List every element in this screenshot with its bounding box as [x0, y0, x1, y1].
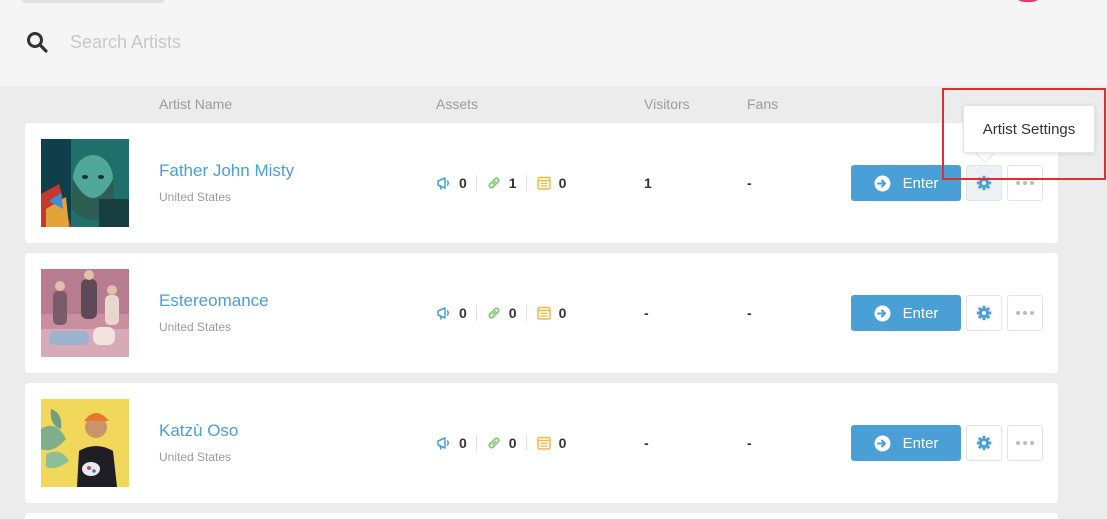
link-icon: [488, 437, 500, 449]
artist-photo[interactable]: [41, 399, 129, 487]
promo-count: 0: [459, 305, 467, 321]
artist-settings-button[interactable]: [966, 295, 1002, 331]
artist-row: Father John Misty United States 0 1 0 1 …: [25, 123, 1058, 243]
enter-button[interactable]: Enter: [851, 425, 961, 461]
gear-icon: [976, 305, 992, 321]
link-count: 0: [508, 305, 517, 321]
artists-page: Artist Name Assets Visitors Fans Father …: [0, 0, 1107, 519]
enter-label: Enter: [902, 174, 939, 192]
page-icon: [536, 306, 551, 320]
link-icon: [488, 307, 500, 319]
ellipsis-icon: [1016, 181, 1034, 185]
column-header-visitors[interactable]: Visitors: [644, 96, 690, 112]
megaphone-icon: [437, 177, 449, 190]
enter-button[interactable]: Enter: [851, 295, 961, 331]
enter-icon: [874, 305, 891, 321]
asset-divider: [525, 305, 527, 321]
more-options-button[interactable]: [1007, 425, 1043, 461]
artist-name-link[interactable]: Estereomance: [159, 291, 269, 311]
enter-icon: [874, 175, 891, 191]
page-icon: [536, 176, 551, 190]
promo-assets[interactable]: 0: [436, 175, 467, 191]
gear-icon: [976, 435, 992, 451]
promo-assets[interactable]: 0: [436, 305, 467, 321]
fans-count: -: [747, 435, 752, 451]
top-nav-edge: [22, 0, 164, 3]
column-headers: Artist Name Assets Visitors Fans: [0, 86, 1107, 122]
artist-country: United States: [159, 450, 232, 464]
link-count: 1: [508, 175, 517, 191]
artist-country: United States: [159, 190, 232, 204]
page-count: 0: [558, 435, 567, 451]
artist-photo[interactable]: [41, 269, 129, 357]
user-avatar[interactable]: [1013, 0, 1043, 2]
asset-divider: [475, 435, 477, 451]
fans-count: -: [747, 175, 752, 191]
highlight-box: [942, 88, 1106, 180]
artist-row-partial: [25, 513, 1058, 519]
promo-count: 0: [459, 435, 467, 451]
artist-photo[interactable]: [41, 139, 129, 227]
search-input[interactable]: [70, 28, 570, 56]
asset-counts: 0 0 0: [436, 303, 566, 323]
promo-count: 0: [459, 175, 467, 191]
artist-row: Katzù Oso United States 0 0 0 - - Enter: [25, 383, 1058, 503]
column-header-fans[interactable]: Fans: [747, 96, 778, 112]
fans-count: -: [747, 305, 752, 321]
column-header-artist-name[interactable]: Artist Name: [159, 96, 232, 112]
asset-divider: [475, 305, 477, 321]
search-icon[interactable]: [26, 31, 48, 53]
artist-name-link[interactable]: Katzù Oso: [159, 421, 238, 441]
more-options-button[interactable]: [1007, 295, 1043, 331]
megaphone-icon: [437, 307, 449, 320]
visitors-count: -: [644, 305, 649, 321]
link-count: 0: [508, 435, 517, 451]
enter-label: Enter: [902, 304, 939, 322]
megaphone-icon: [437, 437, 449, 450]
asset-counts: 0 0 0: [436, 433, 566, 453]
artist-name-link[interactable]: Father John Misty: [159, 161, 294, 181]
page-count: 0: [558, 175, 567, 191]
asset-divider: [525, 435, 527, 451]
search-bar: [0, 0, 1107, 86]
visitors-count: -: [644, 435, 649, 451]
page-assets[interactable]: 0: [536, 435, 567, 451]
page-count: 0: [558, 305, 567, 321]
ellipsis-icon: [1016, 441, 1034, 445]
enter-icon: [874, 435, 891, 451]
artist-settings-button[interactable]: [966, 425, 1002, 461]
page-icon: [536, 436, 551, 450]
promo-assets[interactable]: 0: [436, 435, 467, 451]
asset-counts: 0 1 0: [436, 173, 566, 193]
enter-label: Enter: [902, 434, 939, 452]
visitors-count: 1: [644, 175, 652, 191]
asset-divider: [475, 175, 477, 191]
artist-country: United States: [159, 320, 232, 334]
link-assets[interactable]: 0: [486, 435, 517, 451]
page-assets[interactable]: 0: [536, 175, 567, 191]
page-assets[interactable]: 0: [536, 305, 567, 321]
ellipsis-icon: [1016, 311, 1034, 315]
link-assets[interactable]: 0: [486, 305, 517, 321]
asset-divider: [525, 175, 527, 191]
link-icon: [488, 177, 500, 189]
link-assets[interactable]: 1: [486, 175, 517, 191]
column-header-assets[interactable]: Assets: [436, 96, 478, 112]
artist-row: Estereomance United States 0 0 0 - - Ent…: [25, 253, 1058, 373]
